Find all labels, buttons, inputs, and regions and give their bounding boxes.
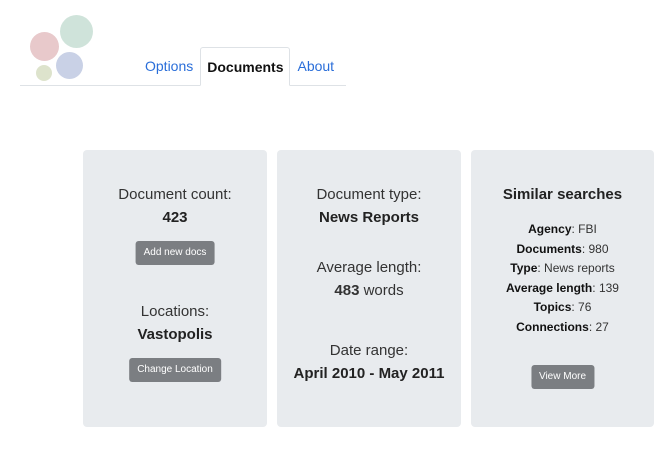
document-type-label: Document type: bbox=[316, 186, 422, 203]
tab-bar: Options Documents About bbox=[138, 47, 341, 86]
date-range-value: April 2010 - May 2011 bbox=[293, 365, 445, 382]
average-length-unit: words bbox=[363, 282, 404, 299]
logo-circle bbox=[36, 65, 52, 81]
document-count-label: Document count: bbox=[118, 186, 232, 203]
app-logo bbox=[26, 12, 98, 84]
average-length-number: 483 bbox=[334, 282, 360, 299]
stat-value: 980 bbox=[588, 241, 609, 256]
stat-value: 139 bbox=[598, 280, 619, 295]
stat-value: 27 bbox=[595, 319, 609, 334]
stat-row-average-length: Average length: 139 bbox=[506, 280, 619, 295]
stat-row-agency: Agency: FBI bbox=[528, 222, 597, 236]
similar-searches-title: Similar searches bbox=[502, 186, 623, 203]
view-more-button[interactable]: View More bbox=[530, 365, 595, 389]
date-range-label: Date range: bbox=[329, 342, 409, 359]
locations-value: Vastopolis bbox=[137, 326, 213, 343]
add-new-docs-button[interactable]: Add new docs bbox=[135, 241, 215, 265]
tab-documents[interactable]: Documents bbox=[200, 47, 291, 86]
stat-key: Connections bbox=[516, 319, 589, 334]
locations-label: Locations: bbox=[140, 303, 210, 320]
stat-key: Type bbox=[510, 261, 538, 275]
similar-searches-stats: Agency: FBI Documents: 980 Type: News re… bbox=[471, 220, 654, 337]
logo-circle bbox=[60, 15, 93, 48]
logo-circle bbox=[30, 32, 59, 61]
similar-searches-card: Similar searches Agency: FBI Documents: … bbox=[471, 150, 654, 427]
stat-row-topics: Topics: 76 bbox=[533, 300, 592, 314]
stat-value: News reports bbox=[544, 261, 615, 275]
tab-options[interactable]: Options bbox=[138, 47, 200, 86]
stat-value: 76 bbox=[578, 300, 592, 314]
stat-key: Topics bbox=[533, 300, 572, 314]
stat-key: Average length bbox=[506, 280, 593, 295]
stat-row-type: Type: News reports bbox=[510, 261, 615, 275]
logo-circle bbox=[56, 52, 83, 79]
tab-about[interactable]: About bbox=[290, 47, 341, 86]
stat-key: Agency bbox=[528, 222, 572, 236]
stat-row-connections: Connections: 27 bbox=[516, 319, 609, 334]
document-type-value: News Reports bbox=[318, 209, 420, 226]
document-type-card: Document type: News Reports Average leng… bbox=[277, 150, 461, 427]
stat-value: FBI bbox=[578, 222, 597, 236]
document-count-card: Document count: 423 Add new docs Locatio… bbox=[83, 150, 267, 427]
document-count-value: 423 bbox=[162, 209, 188, 226]
change-location-button[interactable]: Change Location bbox=[129, 358, 221, 382]
average-length-value: 483 words bbox=[277, 282, 461, 299]
average-length-label: Average length: bbox=[316, 259, 422, 276]
stat-key: Documents bbox=[516, 241, 582, 256]
stat-row-documents: Documents: 980 bbox=[516, 241, 609, 256]
